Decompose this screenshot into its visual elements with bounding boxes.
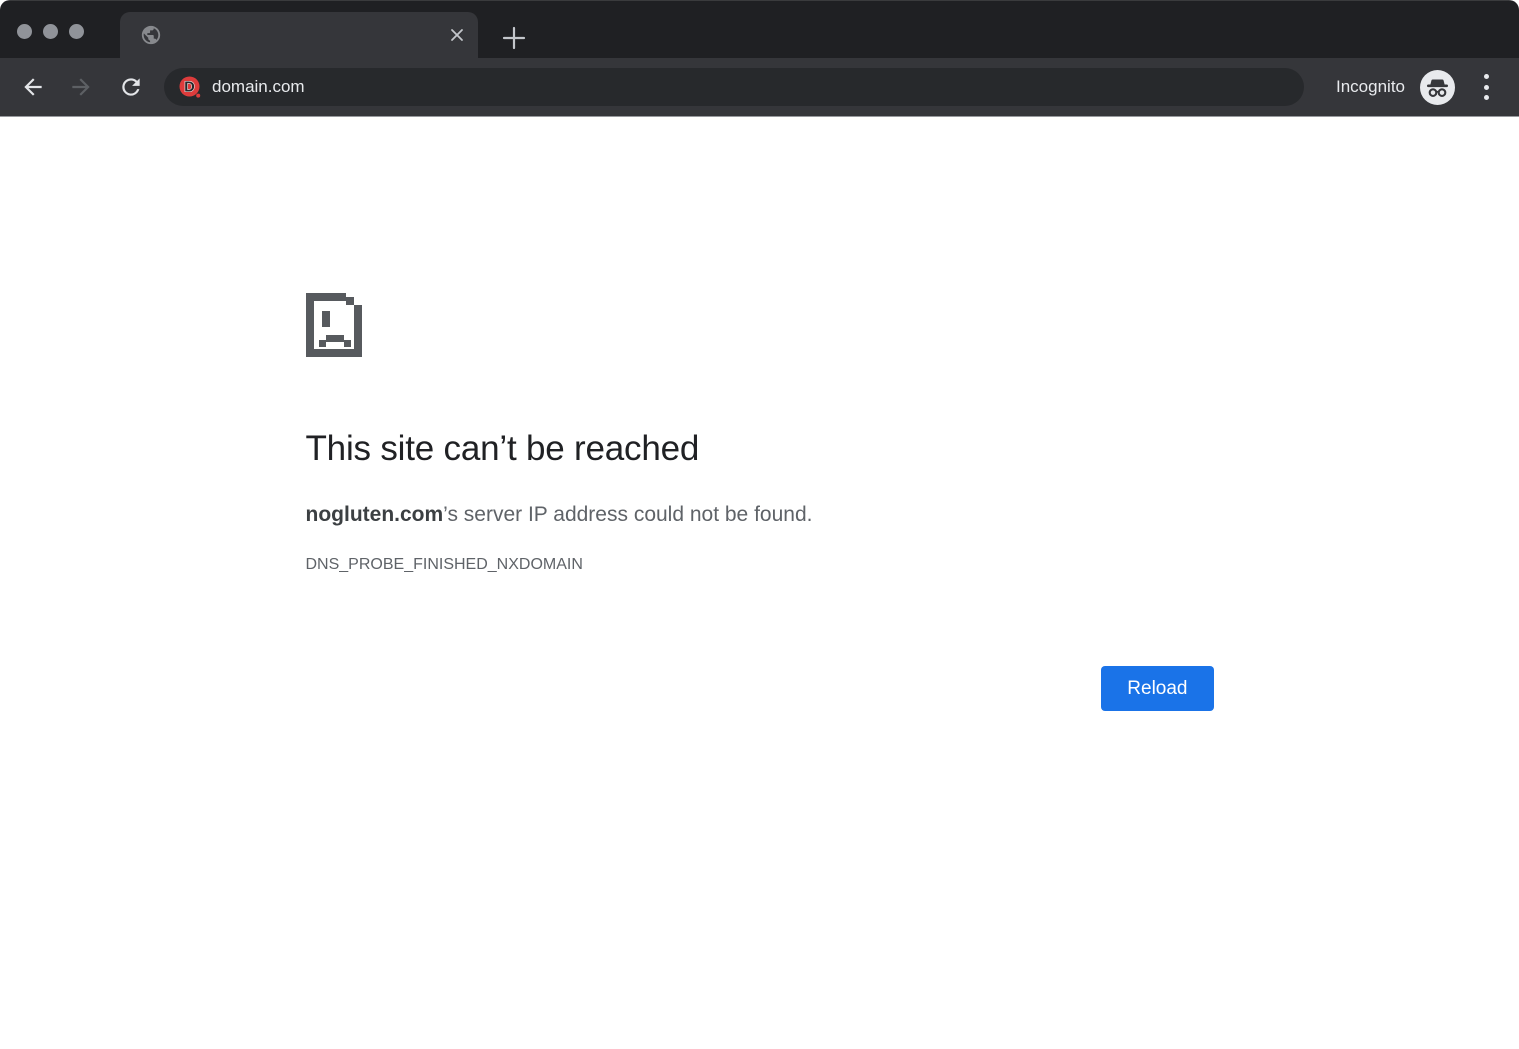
minimize-window-button[interactable] [43,24,58,39]
traffic-lights [17,24,84,39]
actions-row: Reload [306,666,1214,711]
reload-button[interactable]: Reload [1101,666,1213,711]
zoom-window-button[interactable] [69,24,84,39]
error-page: This site can’t be reached nogluten.com’… [306,293,1214,711]
domain-dot-com-red-d-icon: D [178,75,202,99]
reload-nav-button[interactable] [118,74,144,100]
error-message: nogluten.com’s server IP address could n… [306,500,1214,530]
tab-close-icon[interactable] [448,26,466,44]
browser-window: D domain.com Incognito [0,0,1519,1049]
error-heading: This site can’t be reached [306,427,1214,471]
address-bar[interactable]: D domain.com [164,68,1304,106]
forward-button[interactable] [68,74,94,100]
back-button[interactable] [20,74,46,100]
sad-file-icon [306,293,362,357]
three-dot-menu-icon[interactable] [1481,72,1491,102]
toolbar: D domain.com Incognito [0,58,1519,117]
url-text: domain.com [212,77,305,97]
titlebar [0,0,1519,58]
new-tab-button[interactable] [501,25,527,51]
globe-icon [140,24,162,46]
svg-text:D: D [184,80,194,96]
incognito-spy-icon [1420,70,1455,105]
error-domain: nogluten.com [306,503,444,526]
error-code: DNS_PROBE_FINISHED_NXDOMAIN [306,554,1214,576]
error-message-rest: ’s server IP address could not be found. [443,503,812,526]
close-window-button[interactable] [17,24,32,39]
browser-tab[interactable] [120,12,478,58]
incognito-label: Incognito [1336,77,1405,97]
